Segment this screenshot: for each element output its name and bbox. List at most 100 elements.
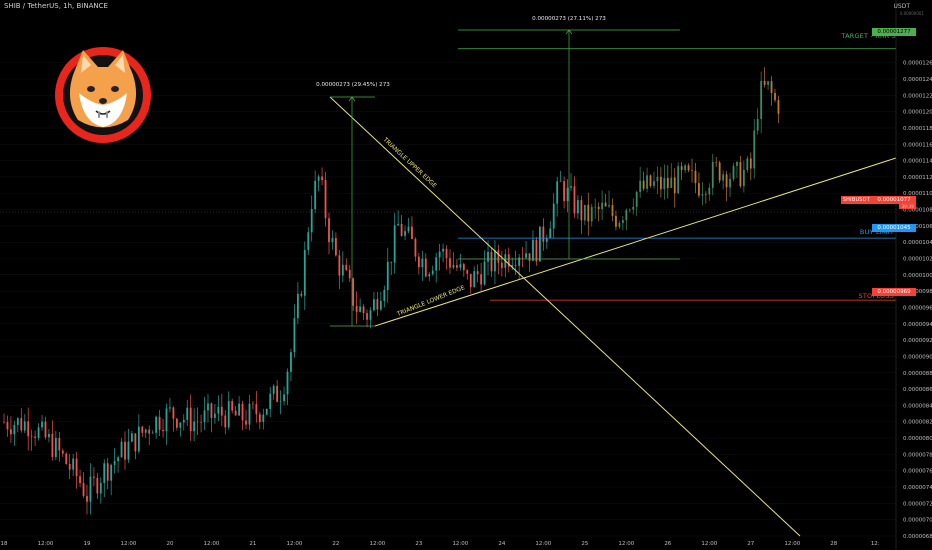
y-tick-label: 0.00000780: [903, 452, 932, 458]
candle-body: [331, 237, 334, 243]
y-tick-label: 0.00000820: [903, 420, 932, 426]
candle-body: [3, 421, 5, 423]
candle-body: [96, 477, 99, 494]
candle-body: [148, 429, 151, 434]
current-price-box: 0.00001077: [872, 196, 916, 204]
y-tick-label: 0.00000680: [903, 534, 932, 540]
candle-body: [310, 209, 313, 233]
triangle-lower-label: TRIANGLE LOWER EDGE: [395, 284, 466, 318]
candle-body: [328, 218, 330, 243]
candle-body: [473, 271, 476, 288]
candle-body: [428, 274, 431, 277]
candle-body: [552, 203, 555, 229]
measure-right-label: 0.00000273 (27.11%) 273: [532, 16, 606, 22]
candle-body: [175, 418, 178, 428]
x-tick-label: 12:00: [535, 541, 551, 547]
candle-body: [407, 226, 410, 232]
candle-body: [736, 162, 738, 166]
candle-body: [110, 464, 113, 481]
y-tick-label: 0.00000740: [903, 485, 932, 491]
candle-body: [684, 165, 687, 171]
candle-body: [424, 258, 427, 277]
candle-body: [746, 158, 749, 170]
y-tick-label: 0.00001020: [903, 257, 932, 263]
candle-body: [487, 252, 489, 262]
candle-body: [456, 265, 458, 268]
candle-body: [590, 206, 593, 222]
candle-body: [82, 482, 85, 496]
candle-body: [701, 194, 704, 196]
candle-body: [272, 385, 275, 394]
candle-body: [566, 187, 569, 202]
candle-body: [469, 273, 472, 288]
candle-body: [23, 421, 26, 431]
candle-body: [435, 257, 438, 271]
candle-body: [559, 181, 562, 182]
y-tick-label: 0.00001040: [903, 240, 932, 246]
candle-body: [321, 176, 323, 181]
candle-body: [525, 253, 527, 258]
candle-body: [521, 257, 524, 259]
candle-body: [480, 274, 483, 285]
candle-body: [500, 262, 503, 268]
candle-body: [608, 205, 610, 207]
candle-body: [196, 421, 199, 423]
candle-body: [193, 421, 196, 432]
y-tick-label: 0.00000900: [903, 354, 932, 360]
y-tick-label: 0.00000940: [903, 322, 932, 328]
candle-body: [117, 457, 119, 462]
candle-body: [646, 175, 648, 189]
candle-body: [725, 174, 728, 188]
candle-body: [666, 177, 669, 189]
candle-body: [386, 261, 389, 290]
candle-body: [366, 313, 368, 320]
candle-body: [532, 239, 534, 261]
candle-body: [317, 176, 320, 181]
y-tick-label: 0.00000840: [903, 403, 932, 409]
candle-body: [203, 410, 206, 423]
candle-body: [220, 406, 223, 416]
candle-body: [545, 238, 548, 242]
candle-body: [30, 436, 33, 437]
candle-body: [210, 403, 213, 419]
candle-body: [217, 406, 220, 414]
candle-body: [348, 269, 351, 279]
candle-body: [338, 255, 341, 276]
candle-body: [245, 420, 247, 425]
candle-body: [335, 237, 337, 256]
candle-body: [262, 414, 265, 423]
candle-body: [462, 264, 465, 271]
candle-body: [753, 130, 756, 169]
candle-body: [131, 433, 133, 442]
candle-body: [373, 299, 375, 311]
candle-body: [635, 191, 638, 207]
x-axis: 18 12:00 19 12:00 20 12:00 21 12:00 22 12:00 23 12:…: [1, 541, 880, 547]
candle-body: [10, 429, 12, 435]
candle-body: [653, 181, 655, 186]
y-tick-label: 0.00001220: [903, 93, 932, 99]
candle-body: [708, 187, 711, 195]
candle-body: [563, 181, 565, 202]
candle-body: [414, 239, 417, 257]
candle-body: [597, 206, 600, 210]
candle-body: [497, 250, 500, 263]
candle-body: [248, 403, 251, 425]
candle-body: [691, 170, 693, 171]
candle-body: [269, 393, 272, 409]
price-chart[interactable]: 0.00000273 (29.45%) 273 0.00000273 (27.11…: [0, 0, 932, 550]
candle-body: [594, 206, 597, 208]
candle-body: [359, 306, 362, 312]
candle-body: [494, 250, 496, 272]
candle-body: [663, 177, 666, 190]
candle-body: [670, 177, 673, 189]
candle-body: [103, 463, 106, 483]
symbol-label: SHIBUSDT: [840, 196, 872, 204]
candle-body: [760, 80, 763, 120]
candle-body: [182, 419, 185, 423]
x-tick-label: 18: [1, 541, 8, 547]
candle-body: [61, 450, 64, 454]
candle-body: [51, 433, 54, 457]
candle-body: [137, 426, 140, 452]
candle-body: [659, 176, 662, 190]
candle-body: [169, 407, 171, 409]
